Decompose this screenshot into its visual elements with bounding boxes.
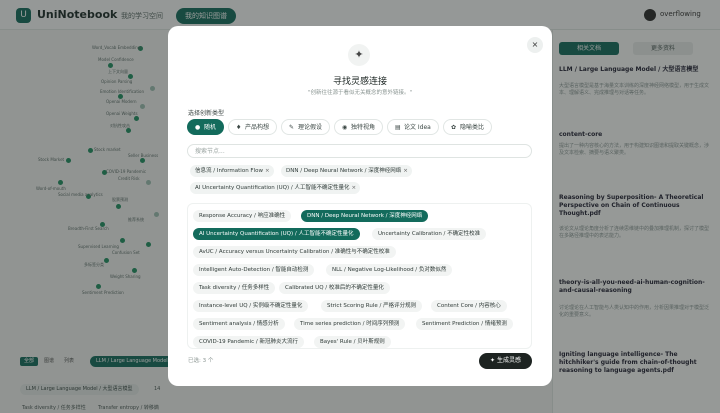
type-label: 随机 xyxy=(204,124,217,131)
selected-count: 已选: 3 个 xyxy=(188,358,214,364)
lightbulb-icon: ♦ xyxy=(236,124,242,131)
flower-icon: ✿ xyxy=(451,124,457,131)
remove-icon[interactable]: × xyxy=(403,168,408,174)
inspiration-modal: × ✦ 寻找灵感连接 "创新往往源于看似无关概念的意外链接。" 选择创新类型 ●… xyxy=(168,26,552,386)
node-options-list: Response Accuracy / 响应准确性 DNN / Deep Neu… xyxy=(187,203,532,349)
node-option[interactable]: Sentiment Prediction / 情绪预测 xyxy=(416,318,513,330)
chip-label: DNN / Deep Neural Network / 深度神经网络 xyxy=(286,168,402,174)
node-option[interactable]: Content Core / 内容核心 xyxy=(431,300,507,312)
close-icon[interactable]: × xyxy=(527,37,543,53)
node-option[interactable]: COVID-19 Pandemic / 新冠肺炎大流行 xyxy=(193,336,304,348)
type-metaphor-button[interactable]: ✿ 隐喻类比 xyxy=(443,119,492,135)
type-theory-button[interactable]: ✎ 理论假设 xyxy=(281,119,330,135)
remove-icon[interactable]: × xyxy=(265,168,270,174)
innovation-type-label: 选择创新类型 xyxy=(188,110,225,117)
type-paper-idea-button[interactable]: ▤ 论文 Idea xyxy=(387,119,439,135)
type-product-button[interactable]: ♦ 产品构想 xyxy=(228,119,277,135)
chip-label: AI Uncertainty Quantification (UQ) / 人工智… xyxy=(195,185,350,191)
selected-node-chip: DNN / Deep Neural Network / 深度神经网络 × xyxy=(281,165,412,177)
type-label: 理论假设 xyxy=(298,124,323,131)
innovation-type-selector: ● 随机 ♦ 产品构想 ✎ 理论假设 ◉ 独特视角 ▤ 论文 Idea ✿ 隐喻类比 xyxy=(187,119,537,135)
type-random-button[interactable]: ● 随机 xyxy=(187,119,224,135)
node-option[interactable]: AvUC / Accuracy versus Uncertainty Calib… xyxy=(193,246,396,258)
node-option[interactable]: Uncertainty Calibration / 不确定性校准 xyxy=(372,228,487,240)
modal-title: 寻找灵感连接 xyxy=(332,77,387,87)
generate-inspiration-button[interactable]: ✦ 生成灵感 xyxy=(479,353,532,369)
node-option[interactable]: Intelligent Auto-Detection / 智能自动检测 xyxy=(193,264,315,276)
node-option[interactable]: NLL / Negative Log-Likelihood / 负对数似然 xyxy=(326,264,453,276)
type-label: 产品构想 xyxy=(245,124,270,131)
node-option[interactable]: Calibrated UQ / 校准后的不确定性量化 xyxy=(279,282,390,294)
pencil-icon: ✎ xyxy=(289,124,295,131)
chip-label: 信息流 / Information Flow xyxy=(195,168,263,174)
node-option[interactable]: Bayes' Rule / 贝叶斯规则 xyxy=(314,336,391,348)
type-label: 隐喻类比 xyxy=(460,124,485,131)
node-option[interactable]: Sentiment analysis / 情感分析 xyxy=(193,318,285,330)
eye-icon: ◉ xyxy=(342,124,348,131)
node-option[interactable]: Response Accuracy / 响应准确性 xyxy=(193,210,292,222)
dice-icon: ● xyxy=(195,124,201,131)
node-option-selected[interactable]: DNN / Deep Neural Network / 深度神经网络 xyxy=(301,210,429,222)
type-perspective-button[interactable]: ◉ 独特视角 xyxy=(334,119,383,135)
node-search-input[interactable] xyxy=(187,144,532,158)
selected-node-chip: 信息流 / Information Flow × xyxy=(190,165,274,177)
type-label: 论文 Idea xyxy=(404,124,431,131)
node-option-selected[interactable]: AI Uncertainty Quantification (UQ) / 人工智… xyxy=(193,228,360,240)
node-option[interactable]: Strict Scoring Rule / 严格评分规则 xyxy=(321,300,423,312)
node-option[interactable]: Instance-level UQ / 实例级不确定性量化 xyxy=(193,300,309,312)
node-option[interactable]: Task diversity / 任务多样性 xyxy=(193,282,276,294)
modal-subtitle: "创新往往源于看似无关概念的意外链接。" xyxy=(307,90,413,96)
selected-node-chip: AI Uncertainty Quantification (UQ) / 人工智… xyxy=(190,182,361,194)
telescope-icon: ✦ xyxy=(348,44,370,66)
remove-icon[interactable]: × xyxy=(352,185,357,191)
type-label: 独特视角 xyxy=(351,124,376,131)
paper-icon: ▤ xyxy=(395,124,401,131)
node-option[interactable]: Time series prediction / 时间序列预测 xyxy=(294,318,406,330)
